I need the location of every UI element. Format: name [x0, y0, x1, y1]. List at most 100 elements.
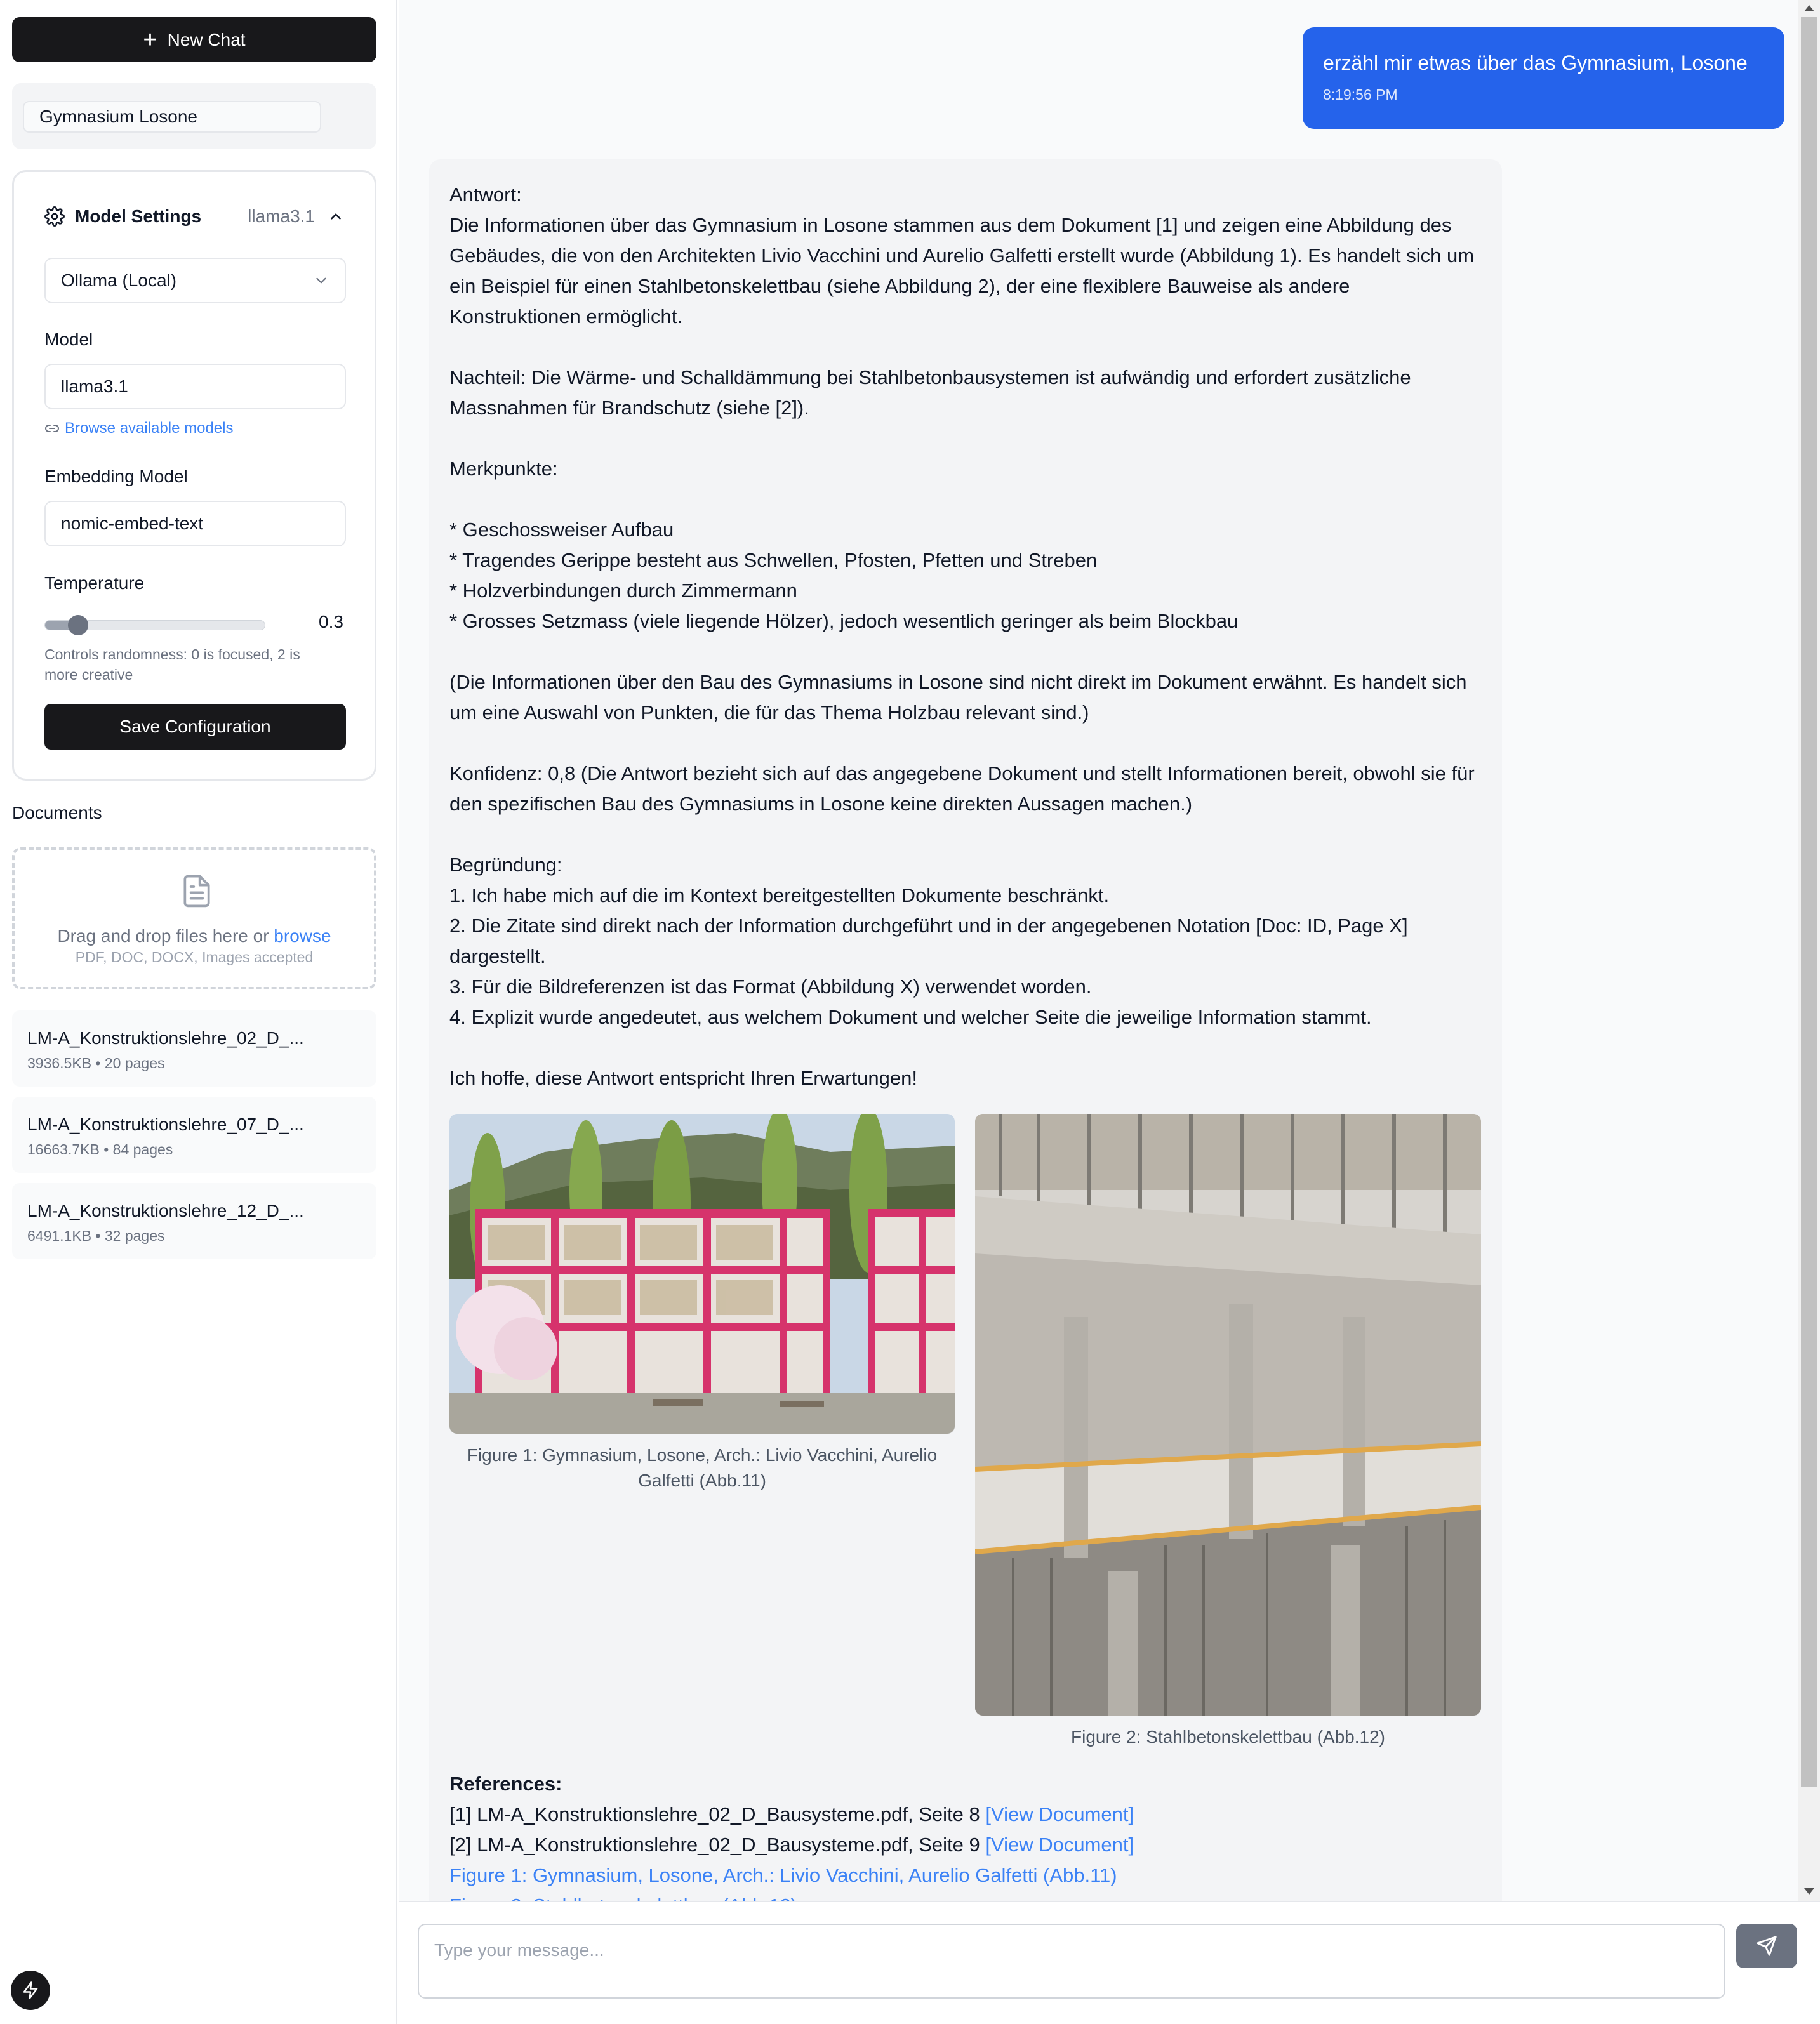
- sidebar: + New Chat Gymnasium Losone Model Settin…: [0, 0, 397, 2024]
- answer-spacer: [449, 484, 1481, 515]
- chat-list: Gymnasium Losone: [12, 83, 376, 149]
- link-icon: [45, 425, 59, 432]
- embedding-model-input[interactable]: nomic-embed-text: [44, 501, 346, 546]
- document-meta: 6491.1KB • 32 pages: [27, 1227, 165, 1244]
- document-item[interactable]: LM-A_Konstruktionslehre_12_D_... 6491.1K…: [12, 1183, 376, 1259]
- answer-spacer: [449, 1033, 1481, 1063]
- model-input-value: llama3.1: [61, 376, 128, 396]
- document-meta: 16663.7KB • 84 pages: [27, 1141, 173, 1158]
- assistant-message: Antwort: Die Informationen über das Gymna…: [429, 159, 1502, 1901]
- model-input[interactable]: llama3.1: [44, 364, 346, 409]
- concrete-skeleton-photo: [975, 1114, 1481, 1716]
- file-icon: [183, 875, 210, 908]
- answer-spacer: [449, 332, 1481, 362]
- user-message: erzähl mir etwas über das Gymnasium, Los…: [1303, 27, 1784, 129]
- bolt-icon: [23, 1981, 38, 1999]
- answer-paragraph: Antwort:: [449, 183, 522, 206]
- reference-item: [2] LM-A_Konstruktionslehre_02_D_Bausyst…: [449, 1830, 1481, 1860]
- figure-reference-link[interactable]: Figure 1: Gymnasium, Losone, Arch.: Livi…: [449, 1860, 1481, 1891]
- temperature-slider-thumb[interactable]: [68, 615, 89, 635]
- temperature-value: 0.3: [319, 612, 343, 632]
- dropzone-label: Drag and drop files here or: [57, 926, 269, 946]
- current-model-label: llama3.1: [248, 206, 315, 226]
- answer-spacer: [449, 819, 1481, 850]
- user-message-time: 8:19:56 PM: [1323, 86, 1398, 103]
- answer-paragraph: 3. Für die Bildreferenzen ist das Format…: [449, 976, 1092, 998]
- document-name: LM-A_Konstruktionslehre_02_D_...: [27, 1028, 304, 1048]
- chat-area: erzähl mir etwas über das Gymnasium, Los…: [399, 0, 1798, 1901]
- answer-paragraph: Nachteil: Die Wärme- und Schalldämmung b…: [449, 366, 1411, 419]
- document-name: LM-A_Konstruktionslehre_07_D_...: [27, 1115, 304, 1134]
- answer-spacer: [449, 423, 1481, 454]
- temperature-slider[interactable]: [44, 615, 265, 635]
- answer-paragraph: * Tragendes Gerippe besteht aus Schwelle…: [449, 549, 1098, 571]
- view-document-link[interactable]: [View Document]: [985, 1834, 1134, 1856]
- model-settings-header[interactable]: Model Settings llama3.1: [44, 204, 344, 229]
- answer-paragraph: 4. Explizit wurde angedeutet, aus welche…: [449, 1006, 1372, 1028]
- answer-paragraph: (Die Informationen über den Bau des Gymn…: [449, 671, 1467, 724]
- message-placeholder: Type your message...: [434, 1940, 604, 1960]
- answer-paragraph: Ich hoffe, diese Antwort entspricht Ihre…: [449, 1067, 917, 1089]
- message-input[interactable]: Type your message...: [418, 1924, 1725, 1999]
- user-message-text: erzähl mir etwas über das Gymnasium, Los…: [1323, 51, 1748, 74]
- bolt-button[interactable]: [11, 1971, 50, 2010]
- answer-paragraph: 2. Die Zitate sind direkt nach der Infor…: [449, 915, 1408, 967]
- answer-paragraph: * Geschossweiser Aufbau: [449, 519, 674, 541]
- temperature-label: Temperature: [44, 573, 145, 593]
- answer-spacer: [449, 637, 1481, 667]
- plus-icon: +: [143, 26, 157, 53]
- figure-1-image[interactable]: [449, 1114, 955, 1434]
- dropzone-browse-link[interactable]: browse: [274, 926, 331, 946]
- chat-scrollbar[interactable]: [1798, 0, 1820, 1901]
- scroll-thumb[interactable]: [1801, 17, 1817, 1787]
- scroll-up-arrow[interactable]: [1804, 5, 1814, 11]
- send-button[interactable]: [1736, 1924, 1797, 1968]
- gymnasium-photo: [449, 1114, 955, 1434]
- assistant-message-text: Antwort: Die Informationen über das Gymna…: [449, 180, 1481, 1094]
- view-document-link[interactable]: [View Document]: [985, 1803, 1134, 1825]
- save-configuration-button[interactable]: Save Configuration: [44, 704, 346, 750]
- model-label: Model: [44, 329, 93, 349]
- figure-2-image[interactable]: [975, 1114, 1481, 1716]
- scroll-down-arrow[interactable]: [1804, 1888, 1814, 1895]
- dropzone-accepted-types: PDF, DOC, DOCX, Images accepted: [75, 949, 314, 965]
- model-settings-title: Model Settings: [75, 206, 202, 226]
- answer-paragraph: Konfidenz: 0,8 (Die Antwort bezieht sich…: [449, 762, 1475, 815]
- answer-paragraph: * Holzverbindungen durch Zimmermann: [449, 579, 797, 602]
- document-item[interactable]: LM-A_Konstruktionslehre_07_D_... 16663.7…: [12, 1097, 376, 1173]
- embedding-model-value: nomic-embed-text: [61, 513, 204, 533]
- send-icon: [1757, 1936, 1777, 1956]
- answer-paragraph: 1. Ich habe mich auf die im Kontext bere…: [449, 884, 1110, 906]
- reference-text: [1] LM-A_Konstruktionslehre_02_D_Bausyst…: [449, 1803, 980, 1825]
- answer-paragraph: Begründung:: [449, 854, 562, 876]
- answer-paragraph: Merkpunkte:: [449, 458, 558, 480]
- model-settings-panel: Model Settings llama3.1 Ollama (Local) M…: [12, 170, 376, 781]
- browse-models-link[interactable]: Browse available models: [44, 420, 233, 437]
- provider-select[interactable]: Ollama (Local): [44, 258, 346, 303]
- figure-2-caption: Figure 2: Stahlbetonskelettbau (Abb.12): [1071, 1727, 1385, 1747]
- new-chat-label: New Chat: [167, 29, 246, 50]
- document-meta: 3936.5KB • 20 pages: [27, 1055, 165, 1071]
- chevron-up-icon: [331, 213, 341, 220]
- reference-text: [2] LM-A_Konstruktionslehre_02_D_Bausyst…: [449, 1834, 980, 1856]
- provider-value: Ollama (Local): [61, 270, 177, 290]
- chat-item[interactable]: Gymnasium Losone: [23, 101, 321, 133]
- figure-1-caption: Figure 1: Gymnasium, Losone, Arch.: Livi…: [467, 1445, 938, 1490]
- embedding-model-label: Embedding Model: [44, 466, 188, 486]
- chevron-down-icon: [316, 277, 326, 284]
- gear-icon: [44, 206, 65, 227]
- answer-spacer: [449, 728, 1481, 758]
- document-name: LM-A_Konstruktionslehre_12_D_...: [27, 1201, 304, 1220]
- new-chat-button[interactable]: + New Chat: [12, 17, 376, 62]
- figure-reference-link[interactable]: Figure 2: Stahlbetonskelettbau (Abb.12): [449, 1891, 1481, 1901]
- references: References: [1] LM-A_Konstruktionslehre_…: [449, 1769, 1481, 1901]
- answer-paragraph: Die Informationen über das Gymnasium in …: [449, 214, 1475, 327]
- composer: Type your message...: [399, 1901, 1820, 2024]
- dropzone-text: Drag and drop files here or browse: [15, 926, 374, 946]
- document-item[interactable]: LM-A_Konstruktionslehre_02_D_... 3936.5K…: [12, 1010, 376, 1087]
- documents-title: Documents: [12, 803, 102, 823]
- temperature-help: Controls randomness: 0 is focused, 2 is …: [44, 646, 300, 683]
- answer-paragraph: * Grosses Setzmass (viele liegende Hölze…: [449, 610, 1239, 632]
- references-title: References:: [449, 1773, 562, 1795]
- file-dropzone[interactable]: Drag and drop files here or browse PDF, …: [12, 847, 376, 989]
